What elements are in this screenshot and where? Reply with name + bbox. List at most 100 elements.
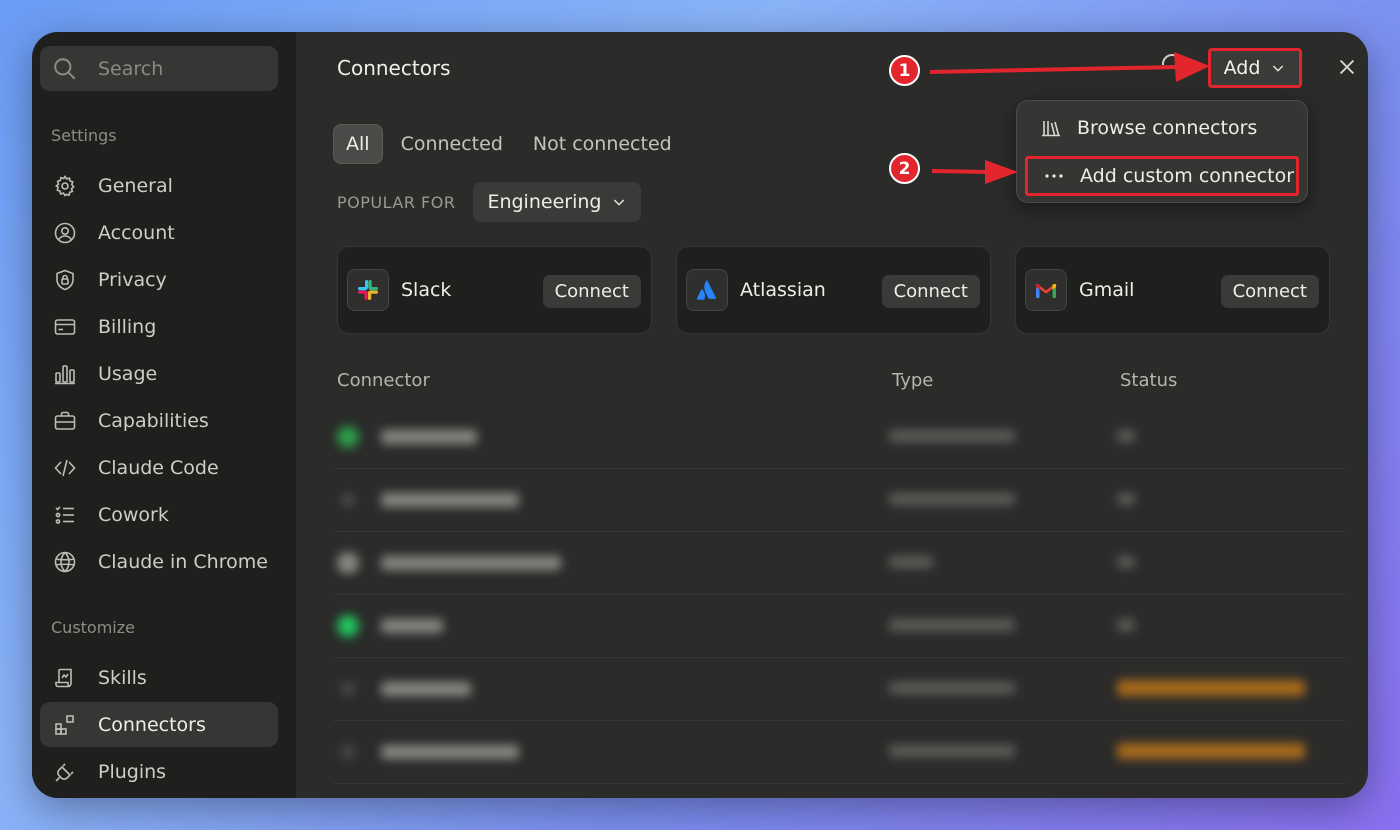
sidebar-item-label: Usage	[98, 362, 158, 385]
connector-icon	[337, 615, 359, 637]
sidebar-item-connectors[interactable]: Connectors	[40, 702, 278, 747]
connector-icon	[341, 745, 355, 759]
connector-name-placeholder	[381, 745, 519, 759]
tab-connected[interactable]: Connected	[389, 124, 515, 164]
add-dropdown-menu: Browse connectors Add custom connector	[1016, 100, 1308, 203]
sidebar-item-label: Cowork	[98, 503, 169, 526]
connect-button[interactable]: Connect	[881, 275, 980, 308]
atlassian-logo-icon	[686, 269, 728, 311]
status-warning-placeholder	[1117, 743, 1305, 759]
type-placeholder	[889, 556, 933, 568]
table-row[interactable]	[333, 658, 1346, 721]
sidebar-item-label: General	[98, 174, 173, 197]
connector-name-placeholder	[381, 556, 561, 570]
gmail-logo-icon	[1025, 269, 1067, 311]
connectors-icon	[52, 712, 78, 738]
category-select[interactable]: Engineering	[473, 182, 642, 222]
chevron-down-icon	[614, 199, 625, 206]
tab-not-connected[interactable]: Not connected	[521, 124, 684, 164]
checklist-icon	[52, 502, 78, 528]
bar-chart-icon	[52, 361, 78, 387]
search-icon[interactable]	[1162, 54, 1182, 65]
type-placeholder	[889, 430, 1015, 442]
settings-section-label: Settings	[51, 126, 117, 145]
connector-name: Slack	[401, 279, 452, 301]
sidebar-item-plugins[interactable]: Plugins	[40, 749, 278, 794]
sidebar-item-label: Plugins	[98, 760, 167, 783]
chevron-down-icon	[1273, 65, 1284, 72]
connector-icon	[337, 552, 359, 574]
sidebar-item-label: Skills	[98, 666, 147, 689]
gear-icon	[52, 173, 78, 199]
sidebar-item-cowork[interactable]: Cowork	[40, 492, 278, 537]
type-placeholder	[889, 493, 1015, 505]
status-warning-placeholder	[1117, 680, 1305, 696]
sidebar-item-label: Account	[98, 221, 175, 244]
connector-name-placeholder	[381, 430, 477, 444]
connect-button[interactable]: Connect	[542, 275, 641, 308]
add-button[interactable]: Add	[1208, 48, 1302, 88]
sidebar-item-label: Connectors	[98, 713, 206, 736]
menu-item-add-custom-connector[interactable]: Add custom connector	[1025, 156, 1299, 196]
sidebar-item-skills[interactable]: Skills	[40, 655, 278, 700]
plug-icon	[52, 759, 78, 785]
table-row[interactable]	[333, 469, 1346, 532]
more-dots-icon	[1045, 174, 1063, 178]
featured-card-slack: Slack Connect	[337, 246, 652, 334]
tab-all[interactable]: All	[333, 124, 383, 164]
status-placeholder	[1117, 430, 1135, 442]
scroll-icon	[52, 665, 78, 691]
connector-icon	[341, 682, 355, 696]
featured-card-gmail: Gmail Connect	[1015, 246, 1330, 334]
column-header-type: Type	[892, 370, 934, 391]
annotation-badge-2: 2	[889, 153, 920, 184]
credit-card-icon	[52, 314, 78, 340]
sidebar-item-capabilities[interactable]: Capabilities	[40, 398, 278, 443]
connector-icon	[337, 426, 359, 448]
connector-name: Gmail	[1079, 279, 1135, 301]
sidebar-item-label: Claude in Chrome	[98, 550, 268, 573]
sidebar-item-usage[interactable]: Usage	[40, 351, 278, 396]
filter-tabs: All Connected Not connected	[333, 124, 684, 164]
sidebar-item-billing[interactable]: Billing	[40, 304, 278, 349]
search-input[interactable]: Search	[40, 46, 278, 91]
sidebar-item-label: Claude Code	[98, 456, 219, 479]
page-title: Connectors	[337, 56, 451, 80]
customize-section-label: Customize	[51, 618, 135, 637]
close-button[interactable]	[1336, 56, 1360, 80]
table-row[interactable]	[333, 721, 1346, 784]
menu-item-label: Add custom connector	[1080, 165, 1295, 187]
column-header-connector: Connector	[337, 370, 430, 391]
status-placeholder	[1117, 619, 1135, 631]
status-placeholder	[1117, 556, 1135, 568]
code-icon	[52, 455, 78, 481]
sidebar-item-general[interactable]: General	[40, 163, 278, 208]
library-icon	[1042, 121, 1060, 137]
sidebar-item-claude-in-chrome[interactable]: Claude in Chrome	[40, 539, 278, 584]
sidebar-item-label: Billing	[98, 315, 157, 338]
shield-lock-icon	[52, 267, 78, 293]
add-button-label: Add	[1223, 57, 1261, 79]
connect-button[interactable]: Connect	[1220, 275, 1319, 308]
connector-name-placeholder	[381, 682, 471, 696]
sidebar-item-account[interactable]: Account	[40, 210, 278, 255]
type-placeholder	[889, 619, 1015, 631]
menu-item-browse-connectors[interactable]: Browse connectors	[1025, 108, 1299, 148]
category-select-value: Engineering	[487, 191, 602, 213]
sidebar-item-label: Privacy	[98, 268, 167, 291]
table-row[interactable]	[333, 595, 1346, 658]
search-icon	[54, 57, 76, 79]
connector-name-placeholder	[381, 493, 519, 507]
briefcase-icon	[52, 408, 78, 434]
type-placeholder	[889, 745, 1015, 757]
popular-for-label: POPULAR FOR	[337, 192, 456, 212]
table-row[interactable]	[333, 406, 1346, 469]
table-row[interactable]	[333, 532, 1346, 595]
sidebar: Search Settings General Account Privacy …	[32, 32, 296, 798]
connector-icon	[341, 493, 355, 507]
sidebar-item-claude-code[interactable]: Claude Code	[40, 445, 278, 490]
type-placeholder	[889, 682, 1015, 694]
user-circle-icon	[52, 220, 78, 246]
connector-name: Atlassian	[740, 279, 826, 301]
sidebar-item-privacy[interactable]: Privacy	[40, 257, 278, 302]
